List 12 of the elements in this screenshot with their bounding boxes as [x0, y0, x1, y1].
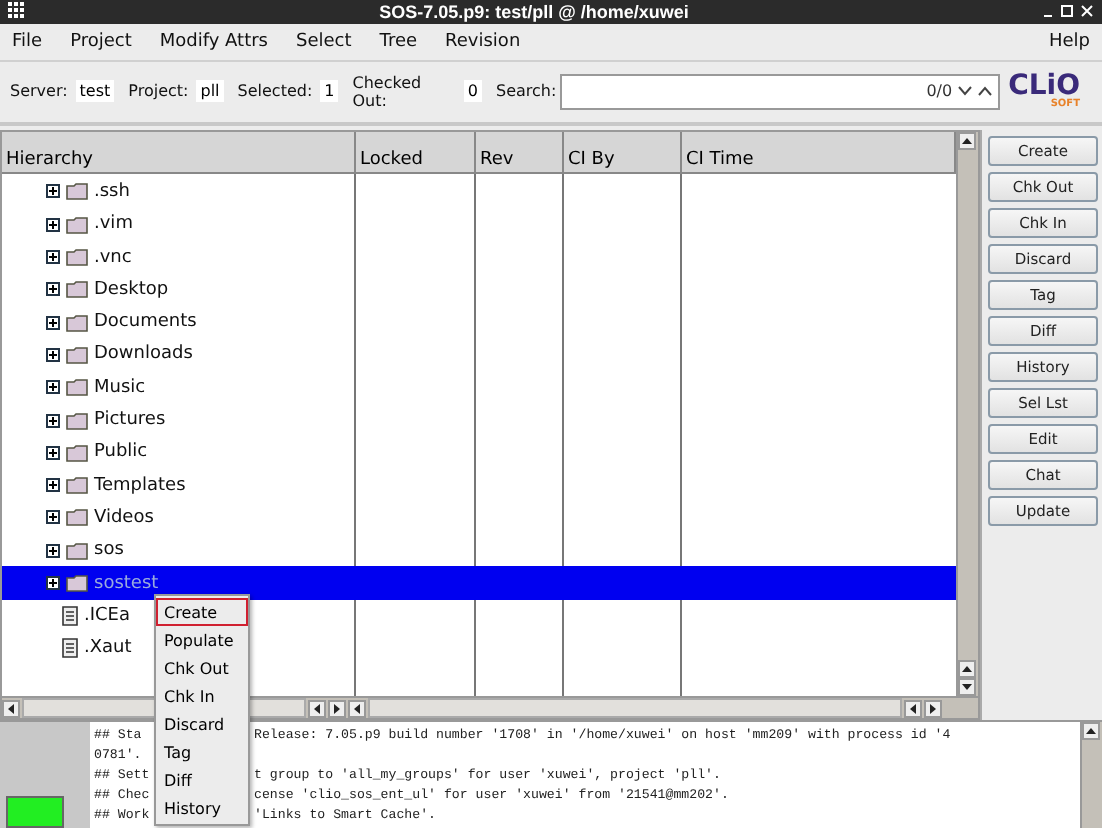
field-label: Project: — [128, 82, 189, 101]
field-value: test — [75, 80, 115, 103]
field-label: Checked Out: — [352, 73, 424, 110]
field-value: 1 — [320, 80, 339, 103]
field-value: pll — [196, 80, 224, 103]
window-title: SOS-7.05.p9: test/pll @ /home/xuwei — [377, 1, 691, 22]
match-count: 0/0 — [926, 82, 953, 101]
search-label: Search: — [496, 82, 557, 101]
field-label: Server: — [10, 82, 68, 101]
field-label: Selected: — [237, 82, 313, 101]
logo-text: CLiO — [1008, 72, 1080, 101]
field-value: 0 — [463, 80, 482, 103]
